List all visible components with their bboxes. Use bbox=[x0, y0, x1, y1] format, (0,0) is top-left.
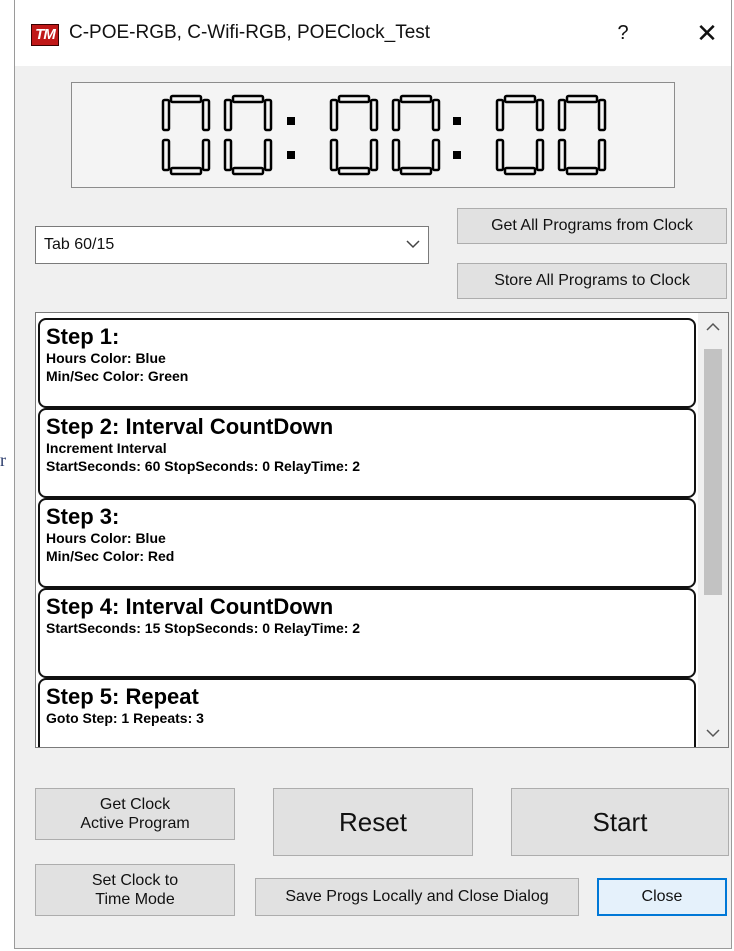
digit-segment bbox=[169, 94, 203, 104]
step-card[interactable]: Step 2: Interval CountDown Increment Int… bbox=[38, 408, 696, 498]
step-card[interactable]: Step 4: Interval CountDown StartSeconds:… bbox=[38, 588, 696, 678]
step-title: Step 5: Repeat bbox=[46, 684, 199, 709]
digit-segment bbox=[597, 98, 607, 132]
digit-segment bbox=[399, 166, 433, 176]
digit-segment bbox=[369, 98, 379, 132]
title-bar[interactable]: TM C-POE-RGB, C-Wifi-RGB, POEClock_Test … bbox=[15, 0, 731, 66]
digit-segment bbox=[161, 98, 171, 132]
step-detail: Min/Sec Color: Green bbox=[46, 368, 189, 384]
help-button[interactable]: ? bbox=[603, 12, 643, 54]
colon-dot bbox=[287, 151, 295, 159]
scroll-down-button[interactable] bbox=[698, 719, 728, 747]
step-title: Step 3: bbox=[46, 504, 120, 529]
get-clock-active-program-button[interactable]: Get Clock Active Program bbox=[35, 788, 235, 840]
scroll-thumb[interactable] bbox=[704, 349, 722, 595]
digit-segment bbox=[399, 94, 433, 104]
close-window-button[interactable]: ✕ bbox=[687, 12, 727, 54]
program-select-value: Tab 60/15 bbox=[44, 236, 115, 253]
button-label-line: Set Clock to bbox=[91, 872, 179, 889]
digit-segment bbox=[503, 166, 537, 176]
app-logo: TM bbox=[31, 24, 59, 46]
digit-segment bbox=[535, 138, 545, 172]
step-title: Step 1: bbox=[46, 324, 120, 349]
step-detail: StartSeconds: 60 StopSeconds: 0 RelayTim… bbox=[46, 458, 361, 474]
digit-segment bbox=[503, 94, 537, 104]
digit-segment bbox=[495, 98, 505, 132]
chevron-down-icon bbox=[706, 729, 720, 738]
digit-segment bbox=[169, 166, 203, 176]
digit-segment bbox=[431, 138, 441, 172]
step-card[interactable]: Step 1: Hours Color: Blue Min/Sec Color:… bbox=[38, 318, 696, 408]
stray-text: r bbox=[0, 450, 6, 470]
digit-segment bbox=[263, 138, 273, 172]
step-detail: Increment Interval bbox=[46, 440, 167, 456]
digit-segment bbox=[431, 98, 441, 132]
digit-segment bbox=[369, 138, 379, 172]
colon-dot bbox=[287, 117, 295, 125]
digit-segment bbox=[329, 138, 339, 172]
program-select[interactable]: Tab 60/15 bbox=[35, 226, 429, 264]
digit-segment bbox=[557, 98, 567, 132]
digit-segment bbox=[201, 138, 211, 172]
digit-segment bbox=[223, 98, 233, 132]
program-steps-list[interactable]: Step 1: Hours Color: Blue Min/Sec Color:… bbox=[35, 312, 729, 748]
scroll-up-button[interactable] bbox=[698, 313, 728, 341]
chevron-down-icon[interactable] bbox=[406, 239, 420, 249]
digit-segment bbox=[201, 98, 211, 132]
button-label-line: Active Program bbox=[80, 815, 190, 832]
step-detail: Hours Color: Blue bbox=[46, 530, 166, 546]
seven-segment-clock bbox=[161, 94, 607, 176]
digit-segment bbox=[535, 98, 545, 132]
step-detail: Hours Color: Blue bbox=[46, 350, 166, 366]
digit-segment bbox=[263, 98, 273, 132]
colon-dot bbox=[453, 117, 461, 125]
step-title: Step 2: Interval CountDown bbox=[46, 414, 334, 439]
reset-button[interactable]: Reset bbox=[273, 788, 473, 856]
digit-segment bbox=[223, 138, 233, 172]
step-detail: Min/Sec Color: Red bbox=[46, 548, 175, 564]
colon-dot bbox=[453, 151, 461, 159]
step-card[interactable]: Step 5: Repeat Goto Step: 1 Repeats: 3 bbox=[38, 678, 696, 747]
digit-segment bbox=[597, 138, 607, 172]
digit-segment bbox=[161, 138, 171, 172]
close-button[interactable]: Close bbox=[597, 878, 727, 916]
digit-segment bbox=[557, 138, 567, 172]
step-card[interactable]: Step 3: Hours Color: Blue Min/Sec Color:… bbox=[38, 498, 696, 588]
steps-scrollbar[interactable] bbox=[698, 313, 728, 747]
digit-segment bbox=[231, 94, 265, 104]
program-dialog: TM C-POE-RGB, C-Wifi-RGB, POEClock_Test … bbox=[14, 0, 732, 949]
get-all-programs-button[interactable]: Get All Programs from Clock bbox=[457, 208, 727, 244]
clock-display bbox=[71, 82, 675, 188]
digit-segment bbox=[337, 94, 371, 104]
save-and-close-button[interactable]: Save Progs Locally and Close Dialog bbox=[255, 878, 579, 916]
clock-segments bbox=[161, 94, 607, 176]
digit-segment bbox=[565, 166, 599, 176]
chevron-up-icon bbox=[706, 322, 720, 331]
digit-segment bbox=[329, 98, 339, 132]
digit-segment bbox=[495, 138, 505, 172]
step-detail: Goto Step: 1 Repeats: 3 bbox=[46, 710, 204, 726]
button-label-line: Time Mode bbox=[95, 891, 175, 908]
step-title: Step 4: Interval CountDown bbox=[46, 594, 334, 619]
button-label-line: Get Clock bbox=[99, 796, 171, 813]
digit-segment bbox=[337, 166, 371, 176]
digit-segment bbox=[231, 166, 265, 176]
digit-segment bbox=[391, 98, 401, 132]
window-title: C-POE-RGB, C-Wifi-RGB, POEClock_Test bbox=[69, 22, 431, 43]
digit-segment bbox=[565, 94, 599, 104]
step-detail: StartSeconds: 15 StopSeconds: 0 RelayTim… bbox=[46, 620, 361, 636]
set-clock-time-mode-button[interactable]: Set Clock to Time Mode bbox=[35, 864, 235, 916]
digit-segment bbox=[391, 138, 401, 172]
start-button[interactable]: Start bbox=[511, 788, 729, 856]
store-all-programs-button[interactable]: Store All Programs to Clock bbox=[457, 263, 727, 299]
